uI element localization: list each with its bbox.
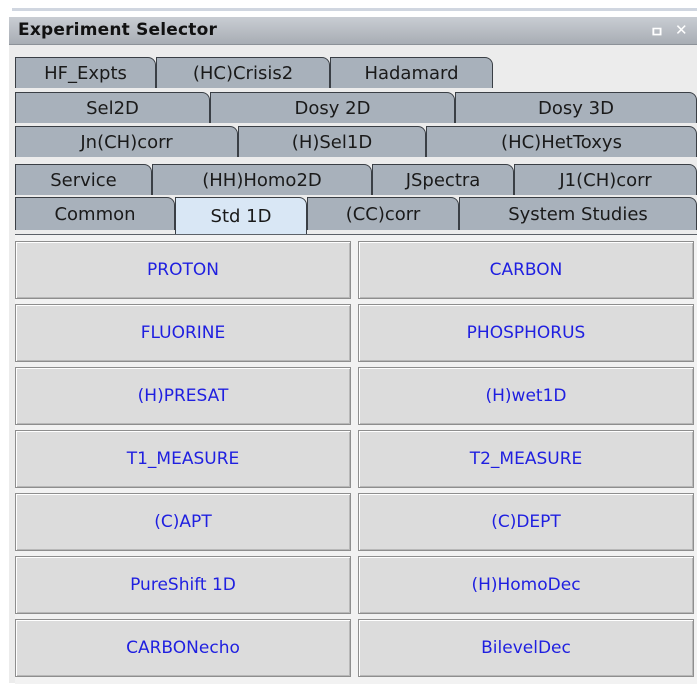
phosphorus-button[interactable]: PHOSPHORUS — [358, 304, 694, 362]
tab-jspectra[interactable]: JSpectra — [372, 164, 514, 195]
tab-sel2d[interactable]: Sel2D — [15, 92, 210, 123]
tab-hadamard[interactable]: Hadamard — [330, 57, 493, 88]
tab-service[interactable]: Service — [15, 164, 152, 195]
top-edge — [0, 0, 697, 13]
t1-measure-button[interactable]: T1_MEASURE — [15, 430, 351, 488]
tab-system-studies[interactable]: System Studies — [459, 197, 697, 230]
tab-hc-hettoxys[interactable]: (HC)HetToxys — [426, 126, 697, 157]
t2-measure-button[interactable]: T2_MEASURE — [358, 430, 694, 488]
tab-j1-ch-corr[interactable]: J1(CH)corr — [514, 164, 697, 195]
c-apt-button[interactable]: (C)APT — [15, 493, 351, 551]
window-top-strip — [12, 8, 697, 11]
tab-dosy-3d[interactable]: Dosy 3D — [455, 92, 697, 123]
pin-icon[interactable]: ㅁ — [650, 21, 664, 42]
title-bar[interactable]: Experiment Selector ㅁ ✕ — [9, 17, 697, 45]
tab-hf-expts[interactable]: HF_Expts — [15, 57, 156, 88]
fluorine-button[interactable]: FLUORINE — [15, 304, 351, 362]
h-wet1d-button[interactable]: (H)wet1D — [358, 367, 694, 425]
h-homodec-button[interactable]: (H)HomoDec — [358, 556, 694, 614]
carbon-button[interactable]: CARBON — [358, 241, 694, 299]
tab-cc-corr[interactable]: (CC)corr — [307, 197, 459, 230]
carbonecho-button[interactable]: CARBONecho — [15, 619, 351, 677]
tab-std-1d[interactable]: Std 1D — [175, 197, 307, 235]
tab-h-sel1d[interactable]: (H)Sel1D — [238, 126, 426, 157]
tab-hc-crisis2[interactable]: (HC)Crisis2 — [156, 57, 330, 88]
pureshift-1d-button[interactable]: PureShift 1D — [15, 556, 351, 614]
proton-button[interactable]: PROTON — [15, 241, 351, 299]
tab-hh-homo2d[interactable]: (HH)Homo2D — [152, 164, 372, 195]
tab-content-std-1d: PROTON CARBON FLUORINE PHOSPHORUS (H)PRE… — [15, 234, 697, 684]
c-dept-button[interactable]: (C)DEPT — [358, 493, 694, 551]
window-title: Experiment Selector — [18, 20, 218, 40]
tab-jn-ch-corr[interactable]: Jn(CH)corr — [15, 126, 238, 157]
close-icon[interactable]: ✕ — [675, 21, 688, 39]
experiment-selector-panel: HF_Expts (HC)Crisis2 Hadamard Sel2D Dosy… — [9, 45, 697, 684]
tab-dosy-2d[interactable]: Dosy 2D — [210, 92, 455, 123]
tab-common[interactable]: Common — [15, 197, 175, 230]
h-presat-button[interactable]: (H)PRESAT — [15, 367, 351, 425]
bileveldec-button[interactable]: BilevelDec — [358, 619, 694, 677]
